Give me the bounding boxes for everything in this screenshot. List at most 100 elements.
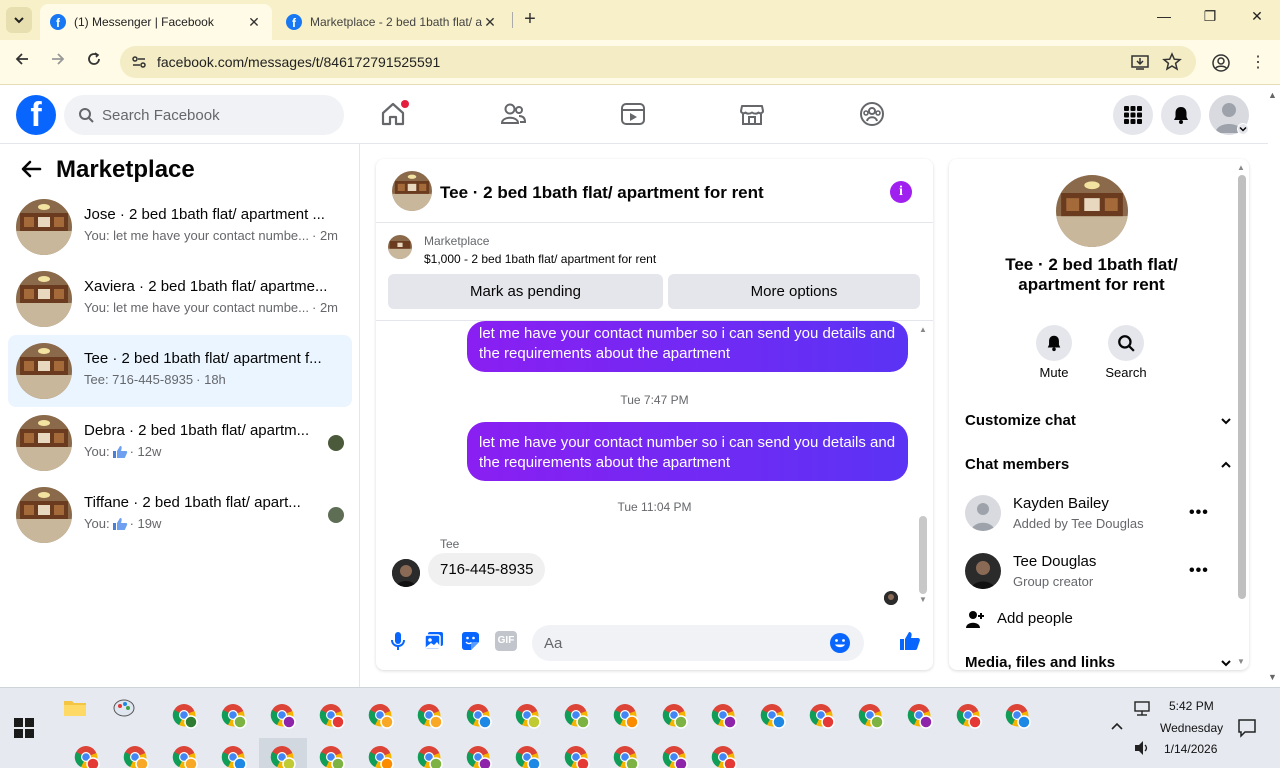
listing-thumbnail[interactable] <box>388 235 412 259</box>
taskbar-chrome-profile[interactable] <box>161 696 209 736</box>
friends-icon[interactable] <box>499 100 527 128</box>
taskbar-chrome-profile[interactable] <box>651 738 699 768</box>
windows-start-icon[interactable] <box>14 718 34 738</box>
network-icon[interactable] <box>1132 698 1152 718</box>
customize-chat-section[interactable]: Customize chat <box>965 412 1231 429</box>
gif-icon[interactable]: GIF <box>495 631 517 651</box>
emoji-icon[interactable] <box>829 632 851 654</box>
new-tab-button[interactable]: + <box>518 8 542 32</box>
member-options-icon[interactable]: ••• <box>1189 562 1209 580</box>
message-input[interactable] <box>544 625 834 661</box>
reload-button[interactable] <box>82 51 106 75</box>
bookmark-star-icon[interactable] <box>1162 52 1182 72</box>
back-button[interactable] <box>10 51 34 75</box>
member-name[interactable]: Tee Douglas <box>1013 553 1096 570</box>
video-icon[interactable] <box>619 100 647 128</box>
taskbar-chrome-profile[interactable] <box>112 738 160 768</box>
facebook-logo[interactable]: f <box>16 95 56 135</box>
paint-app-icon[interactable] <box>112 696 136 720</box>
volume-icon[interactable] <box>1132 738 1152 758</box>
taskbar-chrome-profile[interactable] <box>945 696 993 736</box>
page-scroll-down-icon[interactable]: ▼ <box>1268 672 1277 682</box>
incoming-message[interactable]: 716-445-8935 <box>428 553 546 586</box>
taskbar-chrome-profile[interactable] <box>455 696 503 736</box>
taskbar-chrome-profile[interactable] <box>308 696 356 736</box>
scroll-up-icon[interactable]: ▲ <box>1237 163 1245 172</box>
tab-close-icon[interactable]: ✕ <box>482 14 498 31</box>
taskbar-chrome-profile[interactable] <box>651 696 699 736</box>
tray-chevron-up-icon[interactable] <box>1108 718 1126 736</box>
groups-icon[interactable] <box>858 100 886 128</box>
scroll-up-icon[interactable]: ▲ <box>919 325 927 334</box>
minimize-button[interactable]: — <box>1149 8 1179 24</box>
photo-gallery-icon[interactable] <box>423 630 445 652</box>
taskbar-chrome-profile[interactable] <box>553 696 601 736</box>
taskbar-chrome-profile[interactable] <box>700 696 748 736</box>
member-options-icon[interactable]: ••• <box>1189 504 1209 522</box>
conversation-row[interactable]: Xaviera · 2 bed 1bath flat/ apartme... Y… <box>8 263 352 335</box>
page-scroll-up-icon[interactable]: ▲ <box>1268 90 1277 100</box>
sticker-icon[interactable] <box>459 630 481 652</box>
outgoing-message[interactable]: let me have your contact number so i can… <box>467 422 908 481</box>
sender-avatar[interactable] <box>392 559 420 587</box>
taskbar-chrome-profile[interactable] <box>602 696 650 736</box>
file-explorer-icon[interactable] <box>63 696 87 720</box>
conversation-row[interactable]: Jose · 2 bed 1bath flat/ apartment ... Y… <box>8 191 352 263</box>
install-app-icon[interactable] <box>1130 52 1150 72</box>
account-chevron[interactable] <box>1237 123 1249 135</box>
member-avatar[interactable] <box>965 553 1001 589</box>
mark-as-pending-button[interactable]: Mark as pending <box>388 274 663 309</box>
restore-button[interactable]: ❐ <box>1195 8 1225 25</box>
clock-date[interactable]: 1/14/2026 <box>1164 742 1217 756</box>
taskbar-chrome-profile[interactable] <box>504 738 552 768</box>
browser-menu-icon[interactable]: ⋮ <box>1250 52 1266 72</box>
info-icon[interactable]: i <box>890 181 912 203</box>
address-bar[interactable]: facebook.com/messages/t/846172791525591 <box>120 46 1196 78</box>
facebook-search[interactable] <box>64 95 344 135</box>
tab-messenger[interactable]: f (1) Messenger | Facebook ✕ <box>40 4 272 40</box>
clock-day[interactable]: Wednesday <box>1160 721 1223 735</box>
taskbar-chrome-profile[interactable] <box>63 738 111 768</box>
forward-button[interactable] <box>46 51 70 75</box>
taskbar-chrome-profile[interactable] <box>210 738 258 768</box>
member-name[interactable]: Kayden Bailey <box>1013 495 1109 512</box>
taskbar-chrome-profile[interactable] <box>602 738 650 768</box>
scroll-down-icon[interactable]: ▼ <box>1237 657 1245 666</box>
mute-button[interactable] <box>1036 325 1072 361</box>
taskbar-chrome-profile[interactable] <box>504 696 552 736</box>
add-people-button[interactable]: Add people <box>965 609 1205 631</box>
tab-marketplace[interactable]: f Marketplace - 2 bed 1bath flat/ ap ✕ <box>276 4 508 40</box>
taskbar-chrome-profile[interactable] <box>308 738 356 768</box>
taskbar-chrome-profile[interactable] <box>161 738 209 768</box>
taskbar-chrome-profile[interactable] <box>896 696 944 736</box>
taskbar-chrome-profile[interactable] <box>210 696 258 736</box>
tab-close-icon[interactable]: ✕ <box>246 14 262 31</box>
conversation-row[interactable]: Tiffane · 2 bed 1bath flat/ apart... You… <box>8 479 352 551</box>
scroll-down-icon[interactable]: ▼ <box>919 595 927 604</box>
thumbs-up-icon[interactable] <box>899 630 921 652</box>
conversation-row[interactable]: Debra · 2 bed 1bath flat/ apartm... You:… <box>8 407 352 479</box>
search-input[interactable] <box>102 106 322 124</box>
chat-title[interactable]: Tee · 2 bed 1bath flat/ apartment for re… <box>440 183 764 203</box>
taskbar-chrome-profile[interactable] <box>259 738 307 768</box>
taskbar-chrome-profile[interactable] <box>455 738 503 768</box>
taskbar-chrome-profile[interactable] <box>847 696 895 736</box>
tab-search-button[interactable] <box>6 7 32 33</box>
close-window-button[interactable]: ✕ <box>1242 8 1272 25</box>
taskbar-chrome-profile[interactable] <box>259 696 307 736</box>
taskbar-chrome-profile[interactable] <box>994 696 1042 736</box>
back-button[interactable] <box>20 158 42 187</box>
chat-scrollbar[interactable] <box>919 516 927 594</box>
search-in-chat-button[interactable] <box>1108 325 1144 361</box>
marketplace-icon[interactable] <box>738 100 766 128</box>
notifications-button[interactable] <box>1161 95 1201 135</box>
member-avatar[interactable] <box>965 495 1001 531</box>
taskbar-chrome-profile[interactable] <box>749 696 797 736</box>
taskbar-chrome-profile[interactable] <box>553 738 601 768</box>
listing-price-title[interactable]: $1,000 - 2 bed 1bath flat/ apartment for… <box>424 252 656 266</box>
listing-photo[interactable] <box>1056 175 1128 247</box>
outgoing-message[interactable]: let me have your contact number so i can… <box>467 321 908 372</box>
profile-icon[interactable] <box>1211 53 1231 73</box>
clock-time[interactable]: 5:42 PM <box>1169 699 1214 713</box>
menu-grid-button[interactable] <box>1113 95 1153 135</box>
